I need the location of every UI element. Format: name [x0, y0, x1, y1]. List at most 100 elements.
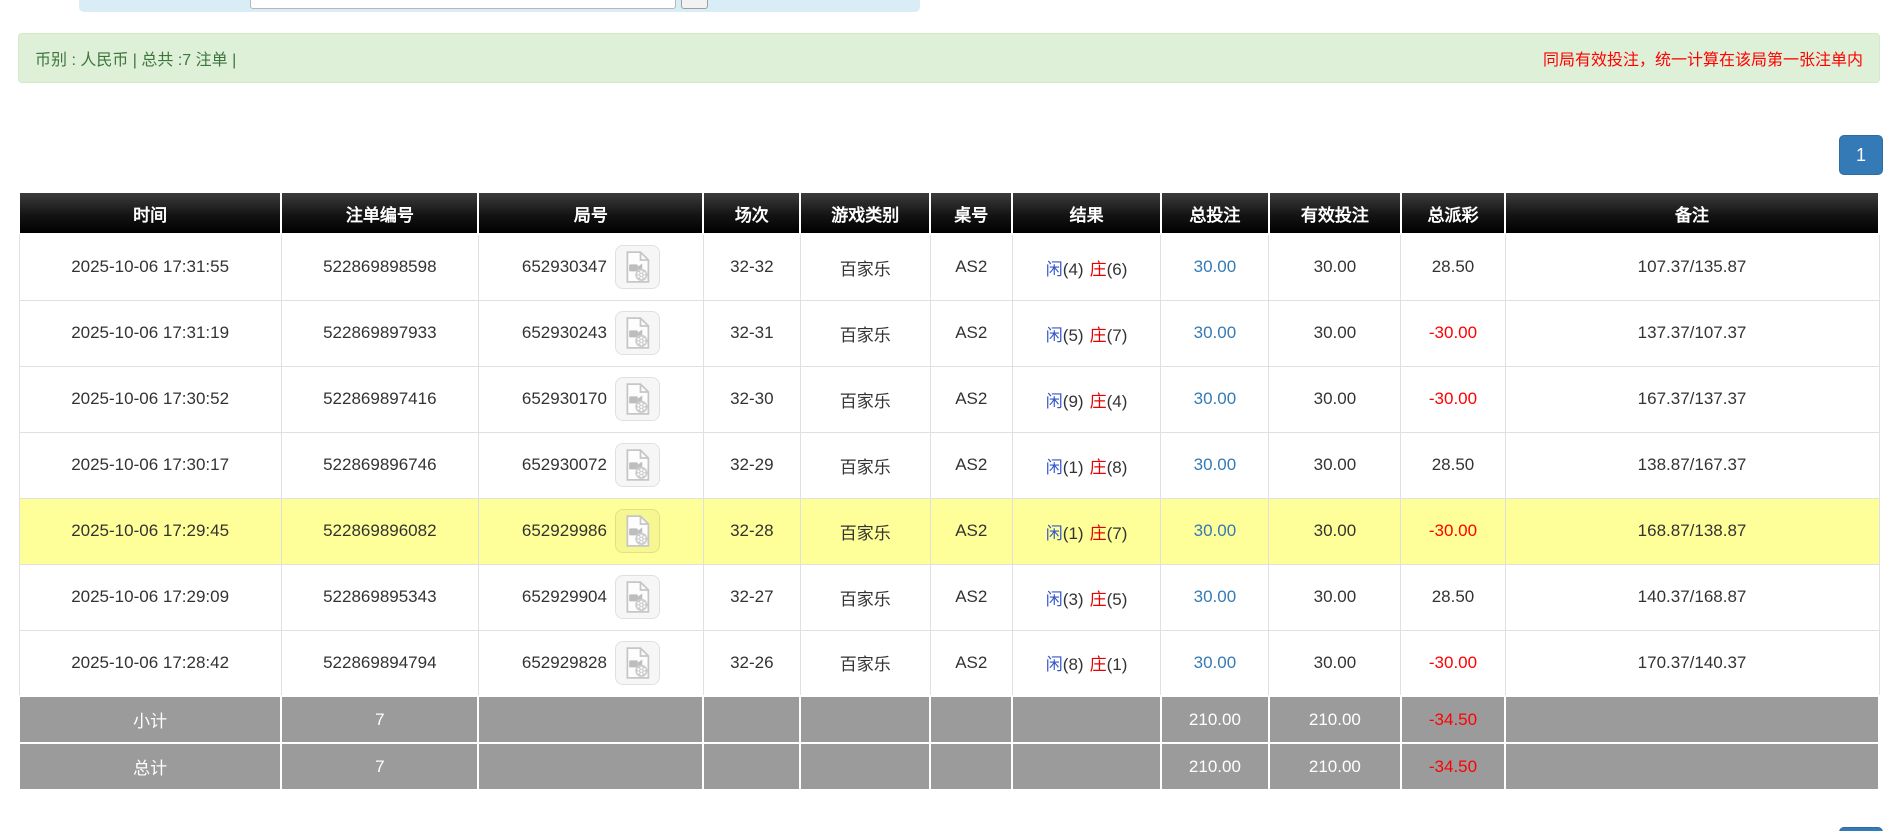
cell-table-no: AS2: [929, 563, 1013, 631]
table-row[interactable]: 2025-10-06 17:31:55 522869898598 6529303…: [18, 233, 1880, 301]
cell-game-type: 百家乐: [799, 563, 931, 631]
table-row[interactable]: 2025-10-06 17:29:45 522869896082 6529299…: [18, 497, 1880, 565]
table-row[interactable]: 2025-10-06 17:31:19 522869897933 6529302…: [18, 299, 1880, 367]
table-row[interactable]: 2025-10-06 17:29:09 522869895343 6529299…: [18, 563, 1880, 631]
cell-table-no: AS2: [929, 431, 1013, 499]
page-1-button[interactable]: 1: [1839, 135, 1883, 175]
video-file-icon: [626, 647, 650, 679]
cell-table-no: AS2: [929, 365, 1013, 433]
result-banker-label: 庄: [1089, 589, 1107, 609]
total-bet-link[interactable]: 30.00: [1194, 323, 1237, 342]
cell-valid-bet: 30.00: [1268, 365, 1402, 433]
result-player-score: (1): [1062, 457, 1084, 477]
video-playback-button[interactable]: [614, 575, 660, 619]
cell-table-no: AS2: [929, 299, 1013, 367]
cell-result: 闲(3) 庄(5): [1011, 563, 1162, 631]
form-field-input[interactable]: [250, 0, 676, 9]
cell-time: 2025-10-06 17:31:19: [18, 299, 282, 367]
video-file-icon: [626, 317, 650, 349]
cell-note: 138.87/167.37: [1504, 431, 1880, 499]
cell-bet-id: 522869894794: [280, 629, 479, 697]
cell-payout: -30.00: [1400, 365, 1506, 433]
cell-total-bet: 30.00: [1160, 563, 1270, 631]
result-banker-score: (1): [1106, 655, 1128, 675]
cell-round: 652930072: [477, 431, 704, 499]
round-id: 652930170: [521, 389, 607, 408]
column-header: 总派彩: [1399, 191, 1507, 235]
column-header: 备注: [1504, 191, 1880, 235]
cell-session: 32-26: [702, 629, 801, 697]
result-banker-score: (7): [1106, 325, 1128, 345]
cell-round: 652930170: [477, 365, 704, 433]
video-playback-button[interactable]: [614, 509, 660, 553]
result-banker-label: 庄: [1089, 259, 1107, 279]
result-banker-score: (4): [1106, 391, 1128, 411]
cell-result: 闲(9) 庄(4): [1011, 365, 1162, 433]
total-count: 7: [280, 742, 480, 791]
cell-session: 32-28: [702, 497, 801, 565]
result-player-label: 闲: [1045, 457, 1063, 477]
cell-game-type: 百家乐: [799, 431, 931, 499]
subtotal-count: 7: [280, 695, 480, 744]
table-body: 2025-10-06 17:31:55 522869898598 6529303…: [18, 233, 1880, 697]
result-player-score: (4): [1062, 259, 1084, 279]
table-row[interactable]: 2025-10-06 17:30:17 522869896746 6529300…: [18, 431, 1880, 499]
video-file-icon: [626, 383, 650, 415]
table-header-row: 时间 注单编号 局号 场次 游戏类别 桌号 结果 总投注 有效投注 总派彩 备注: [17, 191, 1880, 235]
video-playback-button[interactable]: [614, 640, 660, 685]
total-bet-link[interactable]: 30.00: [1194, 389, 1237, 408]
cell-result: 闲(8) 庄(1): [1011, 629, 1162, 697]
table-row[interactable]: 2025-10-06 17:28:42 522869894794 6529298…: [18, 629, 1880, 697]
video-playback-button[interactable]: [614, 245, 660, 290]
cell-session: 32-30: [702, 365, 801, 433]
result-player-label: 闲: [1045, 655, 1063, 675]
cell-table-no: AS2: [929, 497, 1013, 565]
form-button[interactable]: [681, 0, 708, 9]
total-bet-link[interactable]: 30.00: [1194, 653, 1237, 672]
result-banker-score: (6): [1106, 259, 1128, 279]
cell-result: 闲(1) 庄(7): [1011, 497, 1162, 565]
currency-total-text: 币别 : 人民币 | 总共 :7 注单 |: [35, 52, 237, 69]
video-playback-button[interactable]: [614, 311, 660, 355]
video-file-icon: [626, 251, 650, 283]
cell-game-type: 百家乐: [799, 629, 931, 697]
cell-time: 2025-10-06 17:31:55: [18, 233, 282, 301]
cell-session: 32-32: [702, 233, 801, 301]
cell-valid-bet: 30.00: [1268, 629, 1402, 697]
result-player-score: (3): [1062, 589, 1084, 609]
subtotal-valid-bet: 210.00: [1267, 695, 1402, 744]
table-row[interactable]: 2025-10-06 17:30:52 522869897416 6529301…: [18, 365, 1880, 433]
result-player-label: 闲: [1045, 391, 1063, 411]
result-banker-label: 庄: [1089, 325, 1107, 345]
round-id: 652929904: [521, 587, 607, 606]
cell-bet-id: 522869897933: [280, 299, 479, 367]
total-bet-link[interactable]: 30.00: [1194, 257, 1237, 276]
cell-payout: 28.50: [1400, 233, 1506, 301]
pagination-bottom: 1: [0, 827, 1898, 831]
cell-time: 2025-10-06 17:28:42: [18, 629, 282, 697]
page-1-button-bottom[interactable]: 1: [1839, 827, 1883, 831]
round-id: 652929828: [521, 652, 607, 672]
cell-payout: -30.00: [1400, 299, 1506, 367]
cell-game-type: 百家乐: [799, 365, 931, 433]
cell-note: 107.37/135.87: [1504, 233, 1880, 301]
cell-table-no: AS2: [929, 629, 1013, 697]
cell-payout: 28.50: [1400, 431, 1506, 499]
cell-total-bet: 30.00: [1160, 431, 1270, 499]
video-playback-button[interactable]: [614, 377, 660, 421]
cell-table-no: AS2: [929, 233, 1013, 301]
cell-valid-bet: 30.00: [1268, 233, 1402, 301]
total-bet-link[interactable]: 30.00: [1194, 455, 1237, 474]
subtotal-label: 小计: [17, 695, 283, 744]
result-player-label: 闲: [1045, 325, 1063, 345]
total-label: 总计: [17, 742, 283, 791]
cell-result: 闲(1) 庄(8): [1011, 431, 1162, 499]
cell-bet-id: 522869897416: [280, 365, 479, 433]
video-playback-button[interactable]: [614, 443, 660, 487]
bet-records-table: 时间 注单编号 局号 场次 游戏类别 桌号 结果 总投注 有效投注 总派彩 备注 2025-10-0…: [17, 191, 1880, 791]
total-bet-link[interactable]: 30.00: [1194, 587, 1237, 606]
column-header: 局号: [477, 191, 705, 235]
result-banker-label: 庄: [1089, 391, 1107, 411]
cell-payout: -30.00: [1400, 629, 1506, 697]
total-bet-link[interactable]: 30.00: [1194, 521, 1237, 540]
